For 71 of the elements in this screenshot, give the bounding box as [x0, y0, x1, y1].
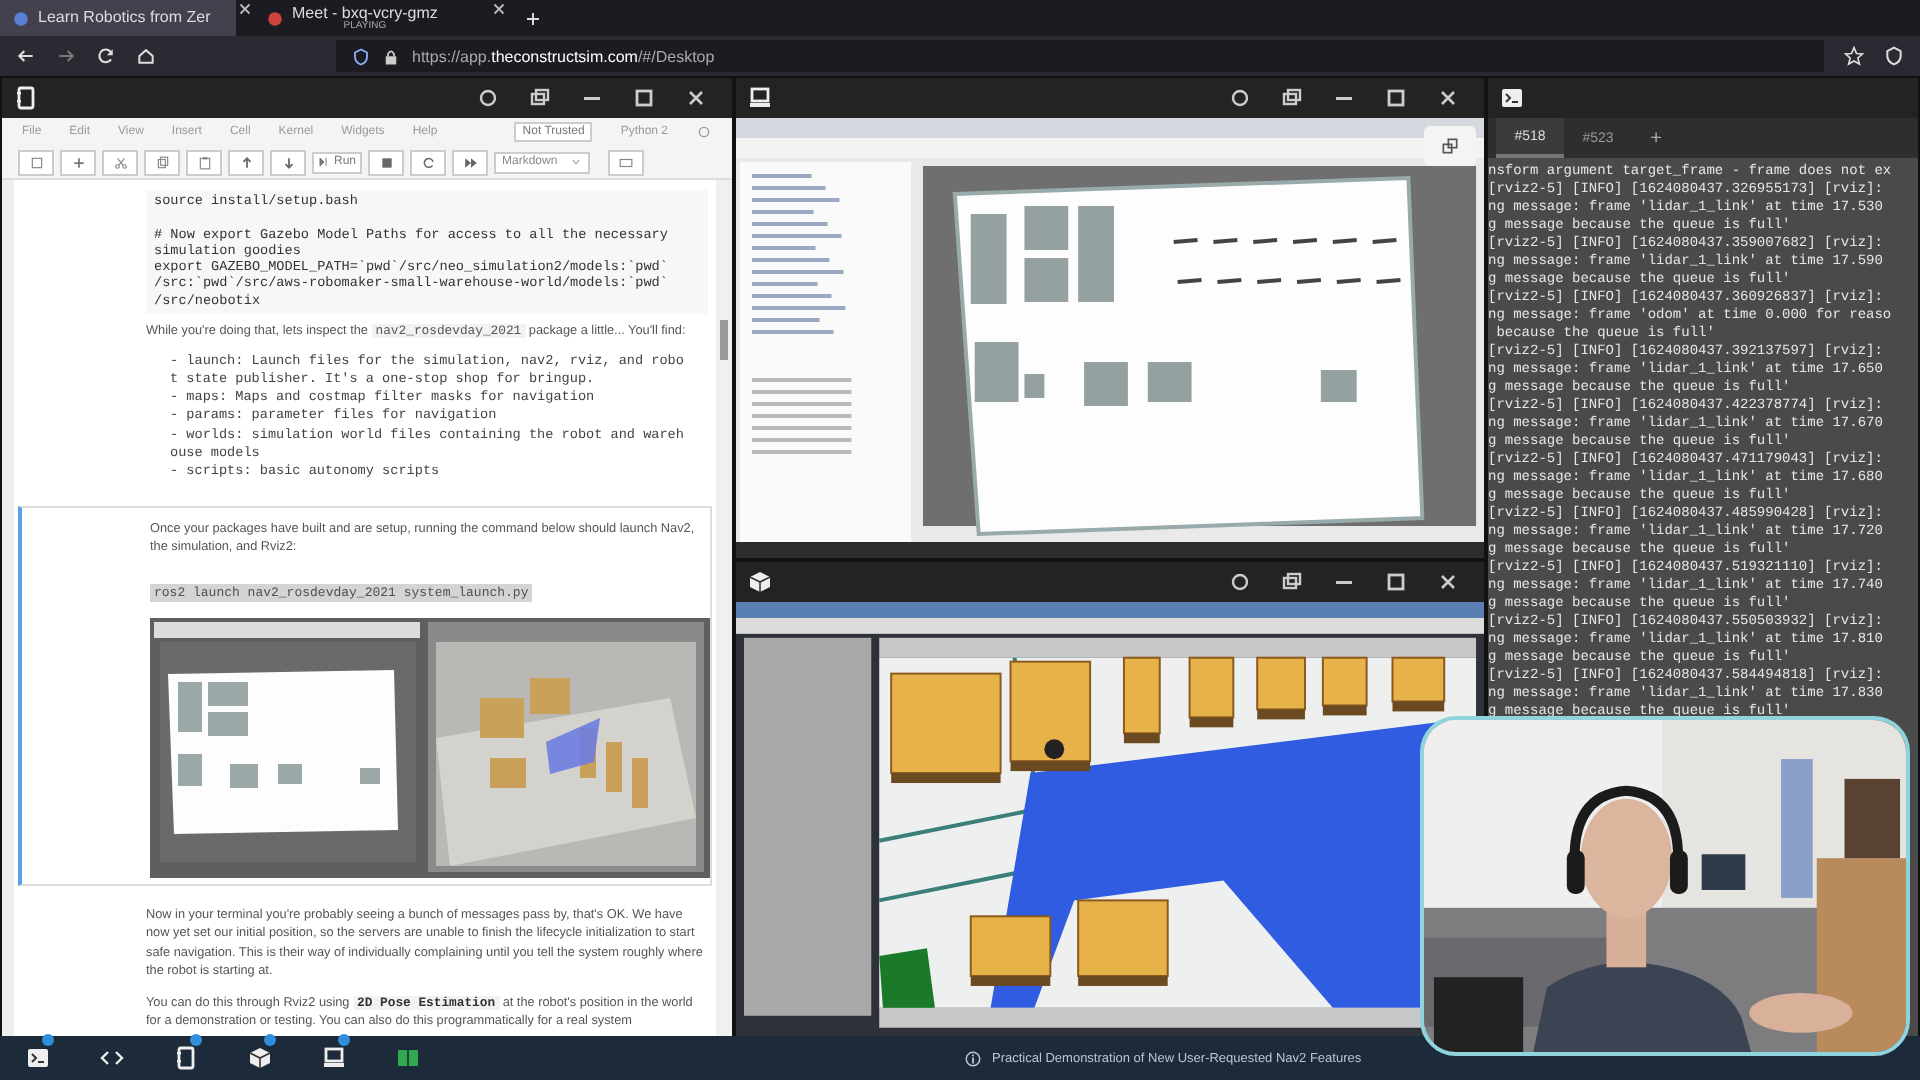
move-down-button[interactable] [270, 149, 306, 175]
copy-icon [155, 155, 169, 169]
arrow-down-icon [281, 155, 295, 169]
add-cell-button[interactable] [60, 149, 96, 175]
forward-icon[interactable] [56, 46, 76, 66]
book-icon[interactable] [395, 1046, 419, 1070]
notification-badge [338, 1034, 350, 1046]
home-icon[interactable] [136, 46, 156, 66]
cube-icon[interactable] [247, 1046, 271, 1070]
map-view-drawing[interactable] [736, 118, 1484, 558]
maximize-icon[interactable] [632, 86, 656, 110]
kernel-status-icon [696, 124, 712, 140]
computer-icon[interactable] [748, 86, 772, 110]
move-up-button[interactable] [228, 149, 264, 175]
new-tab-icon[interactable] [524, 9, 542, 27]
restart-button[interactable] [410, 149, 447, 175]
maximize-icon[interactable] [1384, 86, 1408, 110]
refresh-icon[interactable] [476, 86, 500, 110]
keyboard-icon [618, 155, 635, 169]
shield-icon[interactable] [1884, 46, 1904, 66]
cube-icon[interactable] [748, 570, 772, 594]
restore-icon[interactable] [1280, 570, 1304, 594]
new-tab-button[interactable]: + [1632, 118, 1680, 158]
refresh-icon[interactable] [1228, 570, 1252, 594]
plus-icon [71, 155, 85, 169]
close-icon[interactable] [1436, 86, 1460, 110]
maximize-icon[interactable] [1384, 570, 1408, 594]
popout-button[interactable] [1424, 126, 1476, 166]
notification-badge [264, 1034, 276, 1046]
stop-icon [379, 155, 394, 169]
stop-button[interactable] [368, 149, 405, 175]
paste-button[interactable] [186, 149, 222, 175]
fast-forward-icon [463, 155, 478, 169]
notification-badge [190, 1034, 202, 1046]
notification-badge [42, 1034, 54, 1046]
terminal-icon[interactable] [1500, 86, 1524, 110]
reload-icon [421, 155, 436, 169]
restore-icon[interactable] [1280, 86, 1304, 110]
restore-icon [1440, 136, 1460, 156]
close-icon[interactable] [1436, 570, 1460, 594]
terminal-icon[interactable] [25, 1046, 49, 1070]
address-bar[interactable]: https://app.theconstructsim.com/#/Desktop [336, 40, 1824, 72]
step-icon [318, 156, 330, 168]
caret-icon [570, 156, 583, 168]
copy-button[interactable] [144, 149, 180, 175]
lock-icon [382, 47, 400, 65]
notebook-icon[interactable] [173, 1046, 197, 1070]
refresh-icon[interactable] [1228, 86, 1252, 110]
fast-forward-button[interactable] [452, 149, 489, 175]
star-icon[interactable] [1844, 46, 1864, 66]
warehouse-scene-drawing[interactable] [736, 602, 1484, 1040]
video-icon[interactable] [266, 9, 284, 27]
back-icon[interactable] [16, 46, 36, 66]
keyboard-button[interactable] [608, 149, 645, 175]
save-button[interactable] [18, 149, 54, 175]
code-icon[interactable] [99, 1046, 123, 1070]
close-icon[interactable] [490, 0, 508, 18]
clipboard-icon [197, 155, 211, 169]
browser-tab[interactable]: Learn Robotics from Zer [0, 0, 236, 36]
arrow-up-icon [239, 155, 253, 169]
shield-icon [352, 47, 370, 65]
scissors-icon [113, 155, 127, 169]
site-icon[interactable] [12, 9, 30, 27]
reload-icon[interactable] [96, 46, 116, 66]
close-icon[interactable] [236, 0, 254, 18]
close-icon[interactable] [684, 86, 708, 110]
save-icon [29, 155, 43, 169]
restore-icon[interactable] [528, 86, 552, 110]
notebook-icon[interactable] [14, 86, 38, 110]
computer-icon[interactable] [321, 1046, 345, 1070]
info-icon [964, 1049, 982, 1067]
